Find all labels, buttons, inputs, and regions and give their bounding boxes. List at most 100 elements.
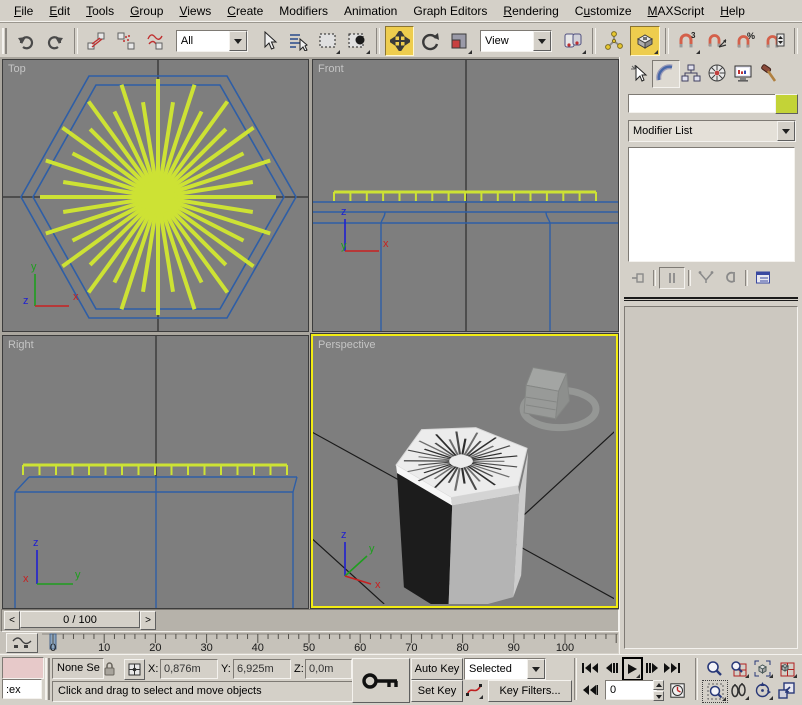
tab-display[interactable] [730, 60, 756, 86]
menu-item-rendering[interactable]: Rendering [495, 1, 566, 21]
menu-item-group[interactable]: Group [122, 1, 171, 21]
object-color-swatch[interactable] [775, 94, 798, 114]
select-and-scale-button[interactable] [446, 27, 473, 55]
go-to-start-button[interactable] [579, 658, 601, 678]
previous-frame-button[interactable] [603, 658, 620, 678]
arc-rotate-button[interactable] [750, 680, 774, 701]
menu-item-tools[interactable]: Tools [78, 1, 122, 21]
angle-snap-toggle-button[interactable] [703, 27, 730, 55]
menu-item-file[interactable]: File [6, 1, 41, 21]
frame-spinner[interactable] [653, 680, 664, 700]
select-and-move-button[interactable] [385, 26, 414, 56]
viewport-right[interactable]: Right z x y [2, 335, 309, 609]
use-center-flyout-button[interactable] [559, 27, 586, 55]
pin-stack-button[interactable] [626, 270, 650, 286]
menu-item-maxscript[interactable]: MAXScript [640, 1, 713, 21]
zoom-all-button[interactable] [726, 658, 750, 679]
rollout-area[interactable] [624, 306, 798, 649]
show-end-result-button[interactable] [659, 267, 685, 289]
select-object-button[interactable] [255, 27, 282, 55]
menu-item-customize[interactable]: Customize [567, 1, 640, 21]
select-and-rotate-button[interactable] [416, 27, 443, 55]
menu-item-animation[interactable]: Animation [336, 1, 405, 21]
menu-item-graph-editors[interactable]: Graph Editors [405, 1, 495, 21]
chevron-down-icon[interactable] [527, 659, 545, 679]
viewport-perspective-label[interactable]: Perspective [318, 339, 375, 351]
pan-walk-through-button[interactable] [726, 680, 750, 701]
tab-motion[interactable] [704, 60, 730, 86]
chevron-down-icon[interactable] [777, 121, 795, 141]
configure-modifier-sets-button[interactable] [751, 270, 775, 286]
spinner-snap-toggle-button[interactable] [762, 27, 789, 55]
zoom-region-button[interactable] [702, 680, 728, 703]
default-tangents-button[interactable] [464, 680, 484, 700]
selection-lock-toggle-button[interactable] [101, 659, 118, 677]
key-filters-button[interactable]: Key Filters... [488, 680, 572, 702]
zoom-extents-button[interactable] [750, 658, 774, 679]
snaps-cube-toggle-button[interactable] [630, 26, 659, 56]
modifier-stack-list[interactable] [628, 147, 795, 262]
next-frame-arrow-button[interactable]: > [140, 611, 156, 630]
viewport-front-label[interactable]: Front [318, 63, 344, 75]
tab-modify[interactable] [652, 60, 680, 88]
selection-filter-select[interactable]: All [176, 30, 248, 52]
menu-item-create[interactable]: Create [219, 1, 271, 21]
status-splitter[interactable] [45, 658, 50, 700]
macro-recorder-pane[interactable] [2, 657, 44, 679]
select-and-manipulate-button[interactable] [601, 27, 628, 55]
chevron-down-icon[interactable] [533, 31, 551, 51]
key-mode-select[interactable]: Selected [464, 658, 546, 680]
tab-hierarchy[interactable] [678, 60, 704, 86]
toolbar-grip[interactable] [2, 28, 7, 54]
auto-key-button[interactable]: Auto Key [411, 658, 463, 680]
open-mini-curve-editor-button[interactable] [6, 633, 38, 653]
chevron-down-icon[interactable] [229, 31, 247, 51]
set-keys-button[interactable] [352, 658, 410, 703]
snaps-toggle-button[interactable]: 3 [674, 27, 701, 55]
track-bar-ruler[interactable]: 0102030405060708090100 [42, 632, 618, 653]
play-animation-button[interactable] [622, 657, 643, 681]
object-name-field[interactable] [628, 94, 776, 113]
tab-create[interactable] [626, 60, 652, 86]
viewport-top[interactable]: Top y z x [2, 59, 309, 332]
previous-frame-arrow-button[interactable]: < [4, 611, 20, 630]
window-crossing-toggle-button[interactable] [343, 27, 370, 55]
select-and-link-button[interactable] [83, 27, 110, 55]
next-frame-button[interactable] [643, 658, 660, 678]
set-key-button[interactable]: Set Key [411, 680, 463, 702]
current-frame-field[interactable]: 0 [605, 680, 657, 700]
zoom-extents-all-button[interactable] [774, 658, 798, 679]
percent-snap-toggle-button[interactable]: % [732, 27, 759, 55]
bind-to-space-warp-button[interactable] [142, 27, 169, 55]
viewport-front[interactable]: Front z y x [312, 59, 619, 332]
go-to-end-button[interactable] [661, 658, 683, 678]
maximize-viewport-toggle-button[interactable] [774, 680, 798, 701]
menu-item-help[interactable]: Help [712, 1, 753, 21]
viewport-perspective[interactable]: Perspective [311, 334, 618, 608]
reference-coordinate-system-select[interactable]: View [480, 30, 552, 52]
redo-button[interactable] [41, 27, 68, 55]
make-unique-button[interactable] [694, 270, 718, 286]
y-coordinate-field[interactable]: 6,925m [233, 659, 291, 679]
x-coordinate-field[interactable]: 0,876m [160, 659, 218, 679]
time-configuration-button[interactable] [668, 680, 687, 700]
time-slider-track[interactable]: < 0 / 100 > [1, 609, 619, 632]
viewport-right-label[interactable]: Right [8, 339, 34, 351]
unlink-selection-button[interactable] [112, 27, 139, 55]
menu-item-views[interactable]: Views [171, 1, 219, 21]
spinner-down-icon[interactable] [653, 691, 664, 701]
zoom-button[interactable] [702, 658, 726, 679]
key-mode-toggle-button[interactable] [579, 680, 601, 700]
spinner-up-icon[interactable] [653, 680, 664, 690]
rectangular-selection-region-button[interactable] [314, 27, 341, 55]
modifier-list-select[interactable]: Modifier List [628, 120, 796, 142]
select-by-name-button[interactable] [285, 27, 312, 55]
undo-button[interactable] [12, 27, 39, 55]
maxscript-mini-listener[interactable]: :ex [2, 679, 42, 699]
track-bar[interactable]: 0102030405060708090100 [0, 632, 618, 653]
absolute-mode-transform-type-in-button[interactable] [124, 659, 145, 680]
tab-utilities[interactable] [756, 60, 782, 86]
z-coordinate-field[interactable]: 0,0m [305, 659, 352, 679]
remove-modifier-button[interactable] [718, 270, 742, 286]
menu-item-edit[interactable]: Edit [41, 1, 78, 21]
